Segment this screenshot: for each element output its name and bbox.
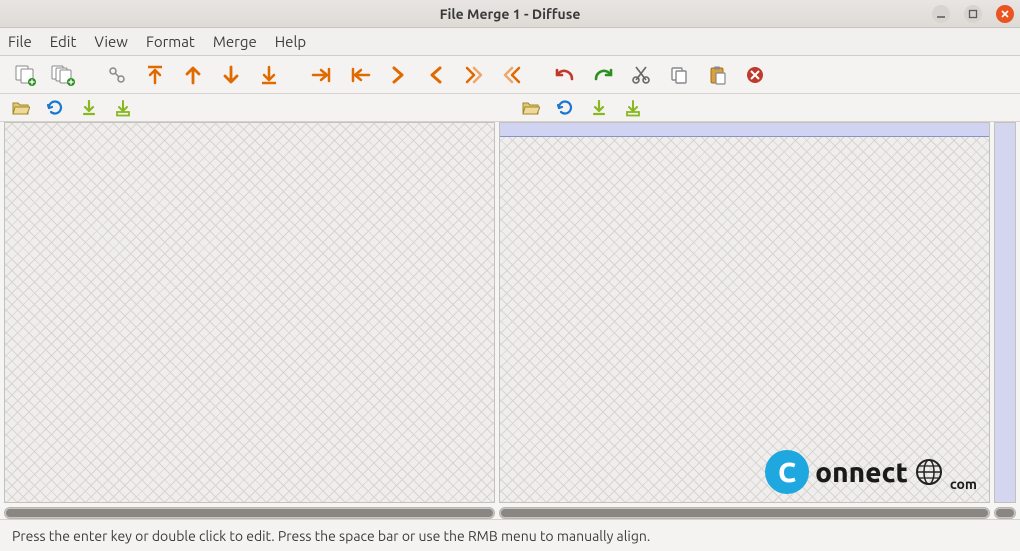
main-toolbar xyxy=(0,56,1020,94)
menu-file[interactable]: File xyxy=(8,33,32,50)
copy-button[interactable] xyxy=(663,59,695,91)
right-hscroll[interactable] xyxy=(499,507,990,519)
left-pane[interactable] xyxy=(4,122,495,503)
maximize-button[interactable] xyxy=(964,5,982,23)
globe-icon xyxy=(914,457,944,487)
push-left-button[interactable] xyxy=(344,59,376,91)
copy-right-button[interactable] xyxy=(382,59,414,91)
window-controls xyxy=(932,5,1014,23)
file-toolbar xyxy=(0,94,1020,122)
left-save-as-button[interactable] xyxy=(112,97,134,119)
prev-diff-button[interactable] xyxy=(177,59,209,91)
new-2way-button[interactable] xyxy=(10,59,42,91)
cut-button[interactable] xyxy=(625,59,657,91)
left-open-button[interactable] xyxy=(10,97,32,119)
right-save-button[interactable] xyxy=(588,97,610,119)
menu-view[interactable]: View xyxy=(94,33,128,50)
menu-format[interactable]: Format xyxy=(146,33,195,50)
diff-panes: C onnect com xyxy=(0,122,1020,519)
last-diff-button[interactable] xyxy=(253,59,285,91)
minimize-button[interactable] xyxy=(932,5,950,23)
status-text: Press the enter key or double click to e… xyxy=(12,528,650,544)
selection-line xyxy=(500,123,989,137)
left-hscroll[interactable] xyxy=(4,507,495,519)
left-reload-button[interactable] xyxy=(44,97,66,119)
menu-edit[interactable]: Edit xyxy=(50,33,77,50)
clear-button[interactable] xyxy=(739,59,771,91)
menu-help[interactable]: Help xyxy=(275,33,306,50)
watermark-logo-icon: C xyxy=(765,450,809,494)
paste-button[interactable] xyxy=(701,59,733,91)
undo-button[interactable] xyxy=(549,59,581,91)
close-button[interactable] xyxy=(996,5,1014,23)
next-diff-button[interactable] xyxy=(215,59,247,91)
push-right-button[interactable] xyxy=(306,59,338,91)
right-save-as-button[interactable] xyxy=(622,97,644,119)
right-reload-button[interactable] xyxy=(554,97,576,119)
redo-button[interactable] xyxy=(587,59,619,91)
menubar: File Edit View Format Merge Help xyxy=(0,28,1020,56)
merge-from-right-button[interactable] xyxy=(458,59,490,91)
titlebar: File Merge 1 - Diffuse xyxy=(0,0,1020,28)
watermark: C onnect com xyxy=(765,450,977,494)
left-save-button[interactable] xyxy=(78,97,100,119)
statusbar: Press the enter key or double click to e… xyxy=(0,519,1020,551)
watermark-suffix: com xyxy=(950,476,977,492)
right-open-button[interactable] xyxy=(520,97,542,119)
merge-from-left-button[interactable] xyxy=(496,59,528,91)
menu-merge[interactable]: Merge xyxy=(213,33,257,50)
right-pane[interactable]: C onnect com xyxy=(499,122,990,503)
left-file-toolbar xyxy=(0,94,510,121)
watermark-brand: onnect xyxy=(815,457,908,488)
right-file-toolbar xyxy=(510,94,1020,121)
window-title: File Merge 1 - Diffuse xyxy=(440,6,581,22)
realign-button[interactable] xyxy=(101,59,133,91)
overview-pane[interactable] xyxy=(994,122,1016,503)
first-diff-button[interactable] xyxy=(139,59,171,91)
overview-hscroll[interactable] xyxy=(994,507,1016,519)
new-3way-button[interactable] xyxy=(48,59,80,91)
copy-left-button[interactable] xyxy=(420,59,452,91)
